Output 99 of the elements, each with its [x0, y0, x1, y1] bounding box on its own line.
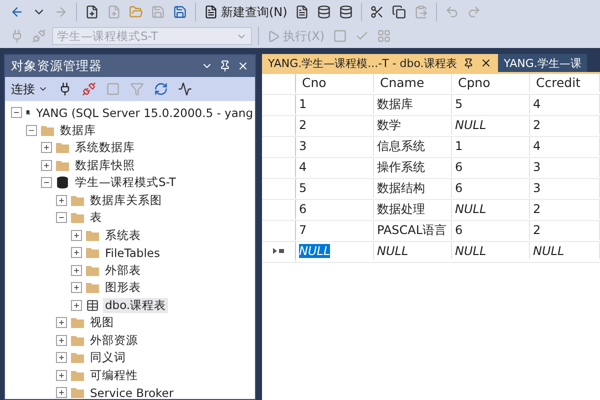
- tree-item[interactable]: Service Broker: [88, 386, 176, 399]
- table-cell[interactable]: NULL: [377, 244, 408, 258]
- folder-icon: [71, 334, 84, 346]
- expand-icon[interactable]: [71, 282, 82, 294]
- table-cell[interactable]: NULL: [299, 244, 330, 258]
- expand-icon[interactable]: [56, 387, 67, 398]
- tree-item[interactable]: 数据库快照: [73, 158, 137, 173]
- table-cell[interactable]: 6: [299, 202, 307, 216]
- expand-icon[interactable]: [71, 230, 82, 241]
- expand-icon[interactable]: [41, 160, 52, 171]
- column-header: Cname: [374, 74, 452, 92]
- expand-icon[interactable]: [56, 334, 67, 346]
- expand-icon[interactable]: [56, 370, 67, 381]
- table-cell[interactable]: 4: [533, 139, 541, 154]
- document-tab[interactable]: YANG.学生—课程模...-T - dbo.课程表: [262, 54, 498, 72]
- table-cell[interactable]: 3: [533, 160, 541, 174]
- tree-item[interactable]: YANG (SQL Server 15.0.2000.5 - yang: [34, 106, 255, 120]
- table-cell[interactable]: PASCAL语言: [377, 222, 447, 239]
- collapse-icon[interactable]: [11, 107, 22, 118]
- pin-icon[interactable]: [219, 60, 231, 72]
- table-cell[interactable]: 4: [299, 160, 307, 174]
- expand-icon[interactable]: [71, 247, 82, 258]
- folder-icon: [56, 160, 69, 171]
- table-cell[interactable]: 7: [299, 223, 307, 238]
- table-cell[interactable]: 5: [455, 97, 463, 112]
- table-cell[interactable]: 6: [455, 181, 463, 196]
- folder-icon: [71, 212, 84, 224]
- tree-item[interactable]: 表: [88, 210, 104, 226]
- table-cell[interactable]: 1: [299, 97, 307, 112]
- table-cell[interactable]: 2: [533, 223, 541, 238]
- folder-icon: [71, 317, 84, 328]
- table-cell[interactable]: NULL: [455, 118, 486, 132]
- new-query-button[interactable]: 新建查询(N): [202, 2, 290, 22]
- folder-icon: [86, 282, 99, 294]
- column-header: Cno: [296, 74, 374, 92]
- tree-item[interactable]: 同义词: [88, 350, 128, 366]
- folder-icon: [86, 264, 99, 276]
- table-cell[interactable]: 3: [299, 139, 307, 154]
- table-cell[interactable]: 3: [533, 181, 541, 196]
- document-icon: [204, 5, 218, 19]
- table-cell[interactable]: NULL: [455, 244, 486, 258]
- folder-icon: [71, 387, 84, 398]
- table-cell[interactable]: 2: [299, 118, 307, 132]
- folder-icon: [71, 352, 84, 364]
- tree-item[interactable]: 系统表: [103, 228, 143, 243]
- table-icon: [86, 298, 99, 312]
- document-tab[interactable]: YANG.学生—课: [498, 54, 588, 72]
- database-icon: [56, 176, 69, 190]
- column-header: Ccredit: [530, 74, 600, 92]
- folder-icon: [71, 370, 84, 381]
- folder-icon: [86, 247, 99, 258]
- connect-button[interactable]: 连接: [9, 79, 50, 99]
- folder-icon: [86, 230, 99, 241]
- pin-icon[interactable]: [462, 58, 474, 68]
- column-header: Cpno: [452, 74, 530, 92]
- close-icon[interactable]: [480, 57, 492, 69]
- play-icon: [267, 30, 280, 42]
- table-cell[interactable]: 1: [455, 139, 463, 154]
- tab-label: YANG.学生—课: [504, 56, 582, 70]
- tree-item[interactable]: 学生—课程模式S-T: [73, 175, 178, 190]
- table-cell[interactable]: NULL: [533, 244, 564, 258]
- tree-item[interactable]: 外部表: [103, 262, 143, 278]
- tree-item[interactable]: 数据库关系图: [88, 192, 164, 208]
- table-cell[interactable]: 信息系统: [377, 138, 425, 155]
- table-cell[interactable]: 数据结构: [377, 180, 425, 197]
- folder-icon: [41, 124, 54, 136]
- tree-item[interactable]: 外部资源: [88, 332, 140, 348]
- collapse-icon[interactable]: [41, 177, 52, 188]
- collapse-icon[interactable]: [56, 212, 67, 224]
- table-cell[interactable]: 4: [533, 97, 541, 112]
- table-cell[interactable]: 2: [533, 202, 541, 216]
- close-icon[interactable]: [237, 60, 249, 72]
- table-cell[interactable]: 6: [455, 160, 463, 174]
- table-cell[interactable]: NULL: [455, 202, 486, 216]
- table-cell[interactable]: 数据库: [377, 96, 413, 113]
- expand-icon[interactable]: [56, 194, 67, 206]
- folder-icon: [71, 194, 84, 206]
- expand-icon[interactable]: [71, 300, 82, 311]
- expand-icon[interactable]: [41, 142, 52, 154]
- expand-icon[interactable]: [71, 264, 82, 276]
- tree-item[interactable]: 可编程性: [88, 368, 140, 383]
- tree-item[interactable]: 数据库: [58, 122, 98, 138]
- table-cell[interactable]: 5: [299, 181, 307, 196]
- tree-item[interactable]: dbo.课程表: [103, 298, 168, 313]
- tab-label: YANG.学生—课程模...-T - dbo.课程表: [268, 56, 457, 70]
- table-cell[interactable]: 6: [455, 223, 463, 238]
- expand-icon[interactable]: [56, 317, 67, 328]
- folder-icon: [56, 142, 69, 154]
- expand-icon[interactable]: [56, 352, 67, 364]
- tree-item[interactable]: FileTables: [103, 246, 162, 260]
- collapse-icon[interactable]: [26, 124, 37, 136]
- tree-item[interactable]: 系统数据库: [73, 140, 137, 156]
- tree-item[interactable]: 视图: [88, 315, 116, 330]
- tree-item[interactable]: 图形表: [103, 280, 143, 296]
- table-cell[interactable]: 操作系统: [377, 158, 425, 176]
- table-cell[interactable]: 数据处理: [377, 200, 425, 218]
- panel-title: 对象资源管理器: [11, 58, 102, 74]
- table-cell[interactable]: 数学: [377, 116, 401, 134]
- table-cell[interactable]: 2: [533, 118, 541, 132]
